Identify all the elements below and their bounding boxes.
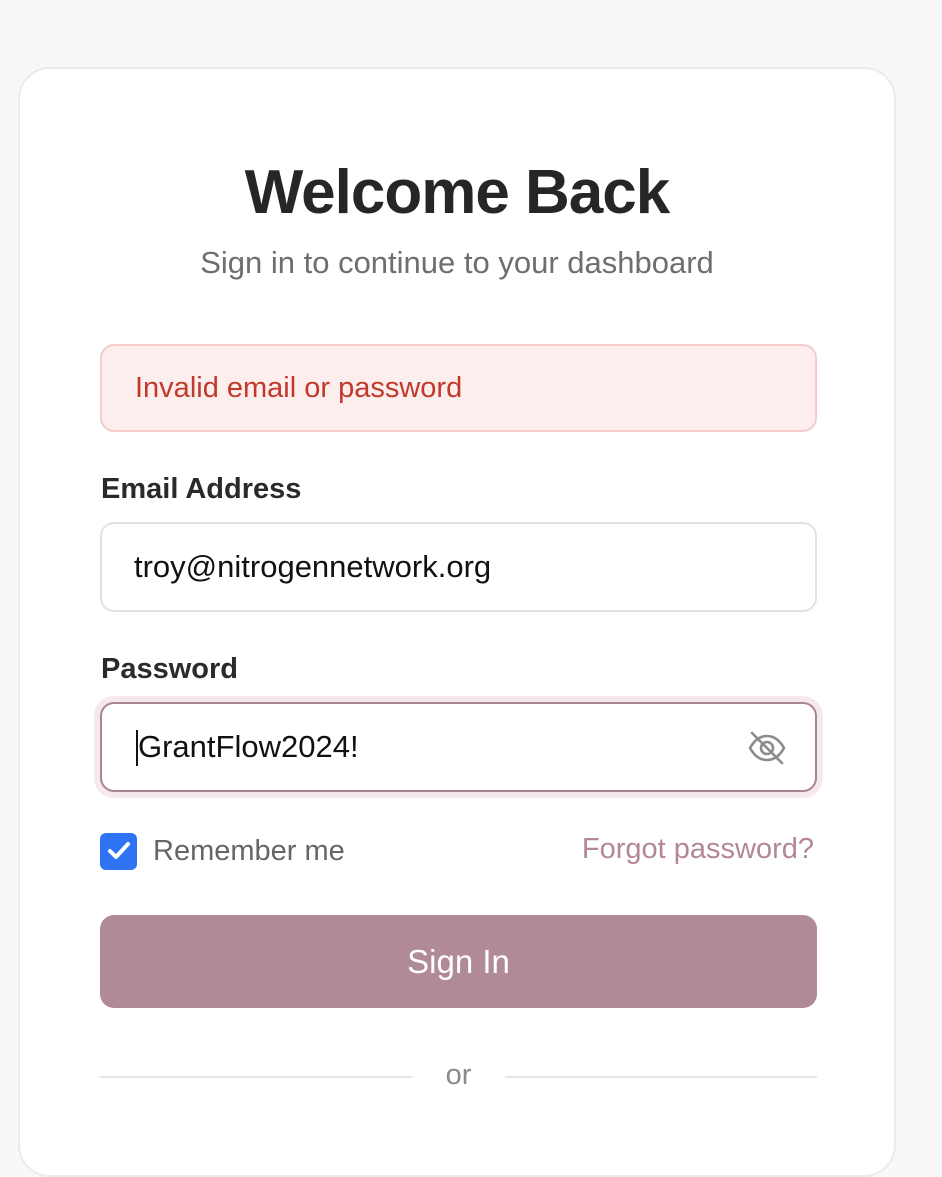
email-input[interactable]	[134, 524, 734, 610]
password-label: Password	[101, 653, 238, 685]
email-field-wrapper	[100, 522, 817, 612]
divider-line-left	[100, 1076, 412, 1078]
email-label: Email Address	[101, 473, 302, 505]
page-title: Welcome Back	[244, 158, 671, 227]
text-caret	[136, 730, 138, 766]
divider-text: or	[445, 1059, 472, 1091]
checkmark-icon	[107, 842, 130, 859]
remember-checkbox[interactable]	[100, 832, 137, 870]
login-card: Welcome Back Sign in to continue to your…	[18, 67, 896, 1177]
sign-in-button[interactable]: Sign In	[100, 915, 817, 1008]
error-alert: Invalid email or password	[100, 344, 817, 432]
remember-me[interactable]: Remember me	[100, 831, 345, 871]
page-subtitle: Sign in to continue to your dashboard	[200, 245, 714, 280]
password-field-wrapper	[100, 702, 817, 792]
divider-line-right	[505, 1076, 817, 1078]
remember-label: Remember me	[153, 834, 345, 867]
forgot-password-link[interactable]: Forgot password?	[582, 833, 814, 866]
eye-off-icon[interactable]	[747, 728, 787, 768]
password-input[interactable]	[138, 704, 738, 790]
error-message: Invalid email or password	[135, 372, 463, 404]
